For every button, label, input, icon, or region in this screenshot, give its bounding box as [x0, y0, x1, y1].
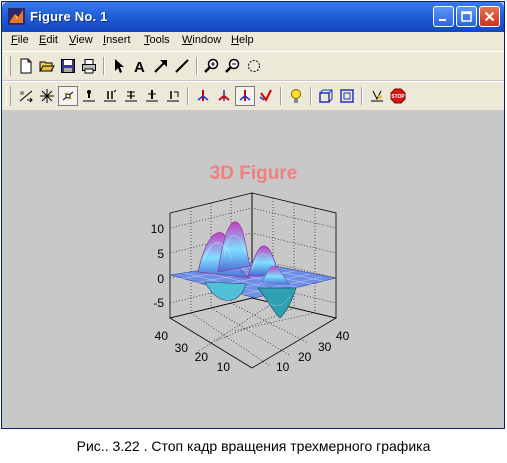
camera-roll-icon — [167, 91, 179, 102]
title-bar[interactable]: Figure No. 1 — [2, 2, 504, 32]
open-file-button[interactable] — [37, 56, 57, 76]
print-icon — [82, 59, 96, 74]
toolbar-separator — [361, 87, 363, 105]
rotate-3d-button[interactable] — [244, 56, 264, 76]
principal-axis-x-icon — [197, 90, 209, 101]
move-forward-back-button[interactable] — [100, 86, 120, 106]
matlab-logo-icon — [8, 8, 25, 25]
save-button[interactable] — [58, 56, 78, 76]
menu-bar: File Edit View Insert Tools Window Help — [2, 32, 504, 51]
close-button[interactable] — [479, 6, 500, 27]
save-icon — [61, 59, 75, 73]
camera-orbit-icon — [19, 90, 33, 103]
arrow-select-icon — [115, 59, 124, 73]
move-vertical-button[interactable] — [121, 86, 141, 106]
print-button[interactable] — [79, 56, 99, 76]
zoom-out-icon — [225, 58, 240, 73]
maximize-button[interactable] — [456, 6, 477, 27]
principal-axis-z-button[interactable] — [235, 86, 255, 106]
menu-help[interactable]: Help — [231, 34, 254, 46]
standard-toolbar: A — [2, 51, 504, 80]
rotate-3d-icon — [248, 60, 260, 72]
figure-window: Figure No. 1 File Edit View Insert Tools… — [1, 1, 505, 429]
edit-plot-button[interactable] — [109, 56, 129, 76]
pan-tilt-camera-button[interactable] — [58, 86, 78, 106]
plot-title: 3D Figure — [209, 163, 298, 184]
camera-move-vertical-icon — [125, 91, 137, 102]
camera-toolbar: STOP — [2, 81, 504, 111]
insert-line-button[interactable] — [172, 56, 192, 76]
principal-axis-x-button[interactable] — [193, 86, 213, 106]
menu-view[interactable]: View — [69, 34, 93, 46]
menu-window[interactable]: Window — [182, 34, 221, 46]
toolbar-separator — [310, 87, 312, 105]
zoom-in-icon — [204, 58, 219, 73]
stop-camera-icon: STOP — [390, 88, 406, 104]
zoom-camera-button[interactable] — [142, 86, 162, 106]
toolbar-separator — [280, 87, 282, 105]
principal-axis-none-button[interactable] — [256, 86, 276, 106]
camera-orbit-scene-light-icon — [40, 89, 54, 103]
text-insert-icon: A — [134, 59, 145, 74]
camera-zoom-icon — [146, 90, 158, 102]
menu-edit[interactable]: Edit — [39, 34, 58, 46]
toolbar-grip[interactable] — [6, 56, 11, 76]
principal-axis-none-icon — [259, 89, 272, 102]
orbit-camera-button[interactable] — [16, 86, 36, 106]
line-insert-icon — [175, 59, 189, 73]
svg-text:A: A — [134, 59, 145, 74]
stop-camera-button[interactable]: STOP — [388, 86, 408, 106]
principal-axis-y-icon — [218, 90, 230, 101]
minimize-icon — [439, 19, 446, 21]
figure-canvas[interactable] — [2, 110, 504, 428]
new-file-button[interactable] — [16, 56, 36, 76]
orthographic-projection-icon — [319, 89, 333, 103]
maximize-icon — [461, 11, 472, 22]
menu-file[interactable]: File — [11, 34, 29, 46]
menu-insert[interactable]: Insert — [103, 34, 131, 46]
zoom-out-button[interactable] — [223, 56, 243, 76]
principal-axis-z-icon — [239, 90, 251, 101]
reset-camera-icon — [371, 90, 383, 102]
scene-light-icon — [291, 89, 301, 103]
close-icon — [484, 11, 495, 22]
orthographic-projection-button[interactable] — [316, 86, 336, 106]
toolbar-separator — [103, 57, 105, 75]
camera-move-forward-back-icon — [104, 89, 117, 102]
perspective-projection-icon — [340, 89, 354, 103]
toolbar-separator — [187, 87, 189, 105]
zoom-in-button[interactable] — [202, 56, 222, 76]
figure-caption: Рис.. 3.22 . Стоп кадр вращения трехмерн… — [76, 438, 431, 454]
move-horizontal-button[interactable] — [79, 86, 99, 106]
scene-light-button[interactable] — [286, 86, 306, 106]
camera-pan-tilt-icon — [62, 91, 74, 101]
toolbar-grip[interactable] — [6, 86, 11, 106]
open-folder-icon — [39, 61, 55, 72]
menu-tools[interactable]: Tools — [144, 34, 170, 46]
roll-camera-button[interactable] — [163, 86, 183, 106]
minimize-button[interactable] — [433, 6, 454, 27]
window-title: Figure No. 1 — [30, 9, 108, 24]
new-file-icon — [20, 58, 32, 74]
camera-move-horizontal-icon — [83, 90, 95, 102]
reset-camera-button[interactable] — [367, 86, 387, 106]
insert-arrow-button[interactable] — [151, 56, 171, 76]
toolbar-separator — [196, 57, 198, 75]
principal-axis-y-button[interactable] — [214, 86, 234, 106]
arrow-insert-icon — [154, 60, 167, 73]
svg-text:STOP: STOP — [391, 94, 405, 100]
insert-text-button[interactable]: A — [130, 56, 150, 76]
orbit-scene-light-button[interactable] — [37, 86, 57, 106]
perspective-projection-button[interactable] — [337, 86, 357, 106]
